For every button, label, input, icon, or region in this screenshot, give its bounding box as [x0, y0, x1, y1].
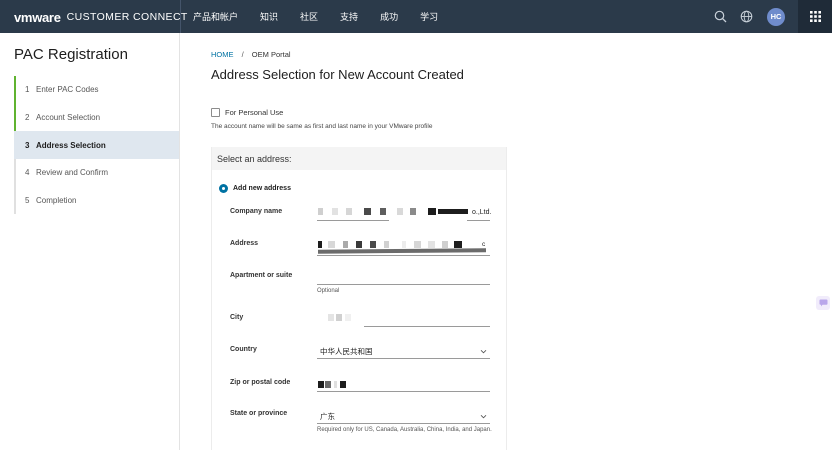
- add-new-address-label[interactable]: Add new address: [233, 185, 291, 192]
- breadcrumb-separator: /: [241, 50, 244, 59]
- breadcrumb: HOME / OEM Portal: [211, 50, 291, 59]
- address-field: Address c: [230, 240, 500, 262]
- personal-use-checkbox[interactable]: [211, 108, 220, 117]
- state-label: State or province: [230, 410, 288, 417]
- company-name-label: Company name: [230, 208, 283, 215]
- step-label: Enter PAC Codes: [36, 85, 99, 95]
- personal-use-label[interactable]: For Personal Use: [225, 108, 283, 117]
- chat-icon: [819, 299, 827, 307]
- top-navigation-bar: vmware CUSTOMER CONNECT 产品和帐户 知识 社区 支持 成…: [0, 0, 832, 33]
- step-review-and-confirm: 4 Review and Confirm: [14, 159, 179, 187]
- address-input[interactable]: [317, 240, 490, 256]
- apartment-field: Apartment or suite Optional: [230, 272, 500, 302]
- step-account-selection[interactable]: 2 Account Selection: [14, 103, 179, 132]
- step-completion: 5 Completion: [14, 186, 179, 215]
- personal-use-note: The account name will be same as first a…: [211, 123, 433, 130]
- company-name-field: Company name o.,Ltd.: [230, 208, 500, 228]
- country-label: Country: [230, 346, 257, 353]
- apartment-optional-hint: Optional: [317, 288, 340, 294]
- city-input[interactable]: [317, 314, 490, 327]
- city-label: City: [230, 314, 244, 321]
- step-number: 4: [25, 168, 30, 178]
- feedback-widget[interactable]: [816, 296, 830, 310]
- add-new-address-radio[interactable]: [219, 184, 228, 193]
- state-select[interactable]: [317, 410, 490, 424]
- step-label: Account Selection: [36, 113, 101, 123]
- avatar[interactable]: HC: [767, 7, 785, 26]
- address-panel-header: Select an address:: [212, 147, 506, 170]
- zip-input[interactable]: [317, 379, 490, 392]
- nav-knowledge[interactable]: 知识: [260, 10, 278, 23]
- sidebar-title: PAC Registration: [14, 46, 128, 63]
- company-name-input[interactable]: [317, 208, 490, 221]
- state-required-hint: Required only for US, Canada, Australia,…: [317, 427, 492, 433]
- search-icon[interactable]: [707, 0, 733, 33]
- apartment-input[interactable]: [317, 272, 490, 285]
- add-new-address-option[interactable]: Add new address: [219, 184, 291, 193]
- state-field: State or province 广东 Required only for U…: [230, 410, 500, 450]
- country-select[interactable]: [317, 346, 490, 359]
- nav-support[interactable]: 支持: [340, 10, 358, 23]
- step-label: Completion: [36, 196, 77, 206]
- main-nav: 产品和帐户 知识 社区 支持 成功 学习: [193, 0, 460, 33]
- breadcrumb-home-link[interactable]: HOME: [211, 50, 234, 59]
- step-address-selection[interactable]: 3 Address Selection: [14, 131, 179, 160]
- breadcrumb-current: OEM Portal: [251, 50, 291, 59]
- apps-grid-icon[interactable]: [798, 0, 832, 33]
- header-actions: HC: [707, 0, 832, 33]
- nav-success[interactable]: 成功: [380, 10, 398, 23]
- vmware-logo: vmware: [14, 9, 61, 25]
- city-field: City: [230, 314, 500, 334]
- nav-products-accounts[interactable]: 产品和帐户: [193, 10, 238, 23]
- address-selection-panel: Select an address: Add new address Compa…: [211, 147, 507, 450]
- apartment-label: Apartment or suite: [230, 272, 293, 279]
- step-label: Review and Confirm: [36, 168, 109, 178]
- step-number: 5: [25, 196, 30, 206]
- step-list: 1 Enter PAC Codes 2 Account Selection 3 …: [14, 76, 179, 215]
- personal-use-option[interactable]: For Personal Use: [211, 108, 283, 117]
- address-label: Address: [230, 240, 259, 247]
- main-content: HOME / OEM Portal Address Selection for …: [211, 33, 811, 450]
- nav-community[interactable]: 社区: [300, 10, 318, 23]
- brand[interactable]: vmware CUSTOMER CONNECT: [14, 9, 188, 25]
- brand-divider: [180, 0, 181, 33]
- zip-field: Zip or postal code: [230, 379, 500, 399]
- step-number: 3: [25, 140, 30, 150]
- step-label: Address Selection: [36, 140, 106, 150]
- step-number: 1: [25, 85, 30, 95]
- globe-icon[interactable]: [733, 0, 759, 33]
- country-field: Country 中华人民共和国: [230, 346, 500, 366]
- page-title: Address Selection for New Account Create…: [211, 67, 464, 82]
- step-enter-pac-codes[interactable]: 1 Enter PAC Codes: [14, 76, 179, 104]
- step-number: 2: [25, 113, 30, 123]
- nav-learning[interactable]: 学习: [420, 10, 438, 23]
- brand-product-name: CUSTOMER CONNECT: [66, 11, 188, 23]
- zip-label: Zip or postal code: [230, 379, 291, 386]
- registration-sidebar: PAC Registration 1 Enter PAC Codes 2 Acc…: [0, 33, 180, 450]
